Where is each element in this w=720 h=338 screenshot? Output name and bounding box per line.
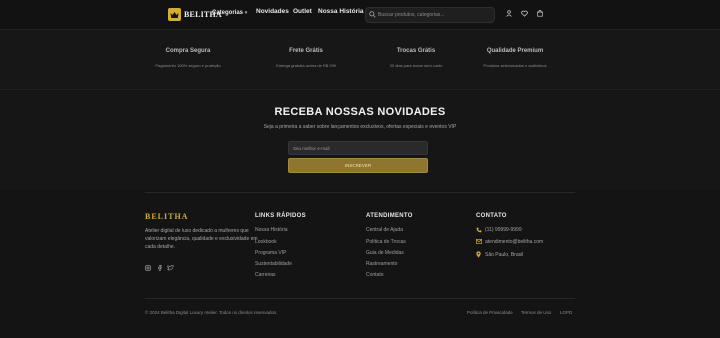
search-input[interactable] xyxy=(378,8,490,22)
nav-categorias[interactable]: Categorias ▾ xyxy=(212,10,247,16)
newsletter-section: RECEBA NOSSAS NOVIDADES Seja a primeira … xyxy=(0,89,720,190)
instagram-icon[interactable] xyxy=(145,265,151,271)
legal-link-privacidade[interactable]: Política de Privacidade xyxy=(467,310,513,315)
footer-link-carreiras[interactable]: Carreiras xyxy=(255,272,276,278)
feature-title: Compra Segura xyxy=(165,48,211,54)
mail-icon xyxy=(476,239,482,244)
brand-description: Atelier digital de luxo dedicado a mulhe… xyxy=(145,228,258,251)
footer-link-politica-trocas[interactable]: Política de Trocas xyxy=(366,239,406,245)
contact-location: São Paulo, Brasil xyxy=(485,252,524,258)
legal-link-lgpd[interactable]: LGPD xyxy=(560,310,572,315)
footer-brand[interactable]: BELITHA xyxy=(145,212,188,221)
email-field[interactable] xyxy=(288,141,428,155)
features-strip: Compra Segura Pagamento 100% seguro e pr… xyxy=(0,29,720,89)
location-pin-icon xyxy=(476,251,481,258)
facebook-icon[interactable] xyxy=(157,265,162,271)
newsletter-subtitle: Seja a primeira a saber sobre lançamento… xyxy=(263,124,457,130)
footer-link-nossa-historia[interactable]: Nossa História xyxy=(255,227,288,233)
divider xyxy=(145,192,575,193)
newsletter-title: RECEBA NOSSAS NOVIDADES xyxy=(274,106,446,118)
nav-novidades[interactable]: Novidades xyxy=(256,8,289,15)
contact-phone[interactable]: (11) 99999-9999 xyxy=(485,227,522,233)
search-icon xyxy=(369,11,376,18)
user-icon[interactable] xyxy=(506,10,512,17)
chevron-down-icon: ▾ xyxy=(244,10,248,16)
nav-nossa-historia[interactable]: Nossa História xyxy=(318,8,364,15)
links-rapidos-heading: LINKS RÁPIDOS xyxy=(255,213,306,219)
shopping-bag-icon[interactable] xyxy=(537,10,543,17)
footer-link-lookbook[interactable]: Lookbook xyxy=(255,239,277,245)
top-header: BELITHA Categorias ▾ Novidades Outlet No… xyxy=(0,0,720,30)
copyright: © 2024 Belitha Digital Luxury Atelier. T… xyxy=(145,310,278,315)
footer-link-central-ajuda[interactable]: Central de Ajuda xyxy=(366,227,403,233)
contato-heading: CONTATO xyxy=(476,213,507,219)
footer-link-sustentabilidade[interactable]: Sustentabilidade xyxy=(255,261,292,267)
nav-outlet[interactable]: Outlet xyxy=(293,8,312,15)
feature-desc: Produtos selecionados e autênticos xyxy=(483,63,547,68)
nav-categorias-label: Categorias xyxy=(212,10,244,16)
footer-link-programa-vip[interactable]: Programa VIP xyxy=(255,250,286,256)
footer-link-guia-medidas[interactable]: Guia de Medidas xyxy=(366,250,404,256)
feature-title: Qualidade Premium xyxy=(486,48,544,54)
heart-icon[interactable] xyxy=(521,10,528,17)
footer-link-rastreamento[interactable]: Rastreamento xyxy=(366,261,397,267)
subscribe-button[interactable]: INSCREVER xyxy=(288,158,428,173)
crown-icon[interactable] xyxy=(168,8,181,21)
twitter-icon[interactable] xyxy=(167,265,174,271)
legal-link-termos[interactable]: Termos de Uso xyxy=(521,310,551,315)
search-box[interactable] xyxy=(365,7,495,23)
phone-icon xyxy=(476,227,482,233)
contact-email[interactable]: atendimento@belitha.com xyxy=(485,239,543,245)
footer-link-contato[interactable]: Contato xyxy=(366,272,384,278)
atendimento-heading: ATENDIMENTO xyxy=(366,213,413,219)
divider xyxy=(145,298,575,299)
